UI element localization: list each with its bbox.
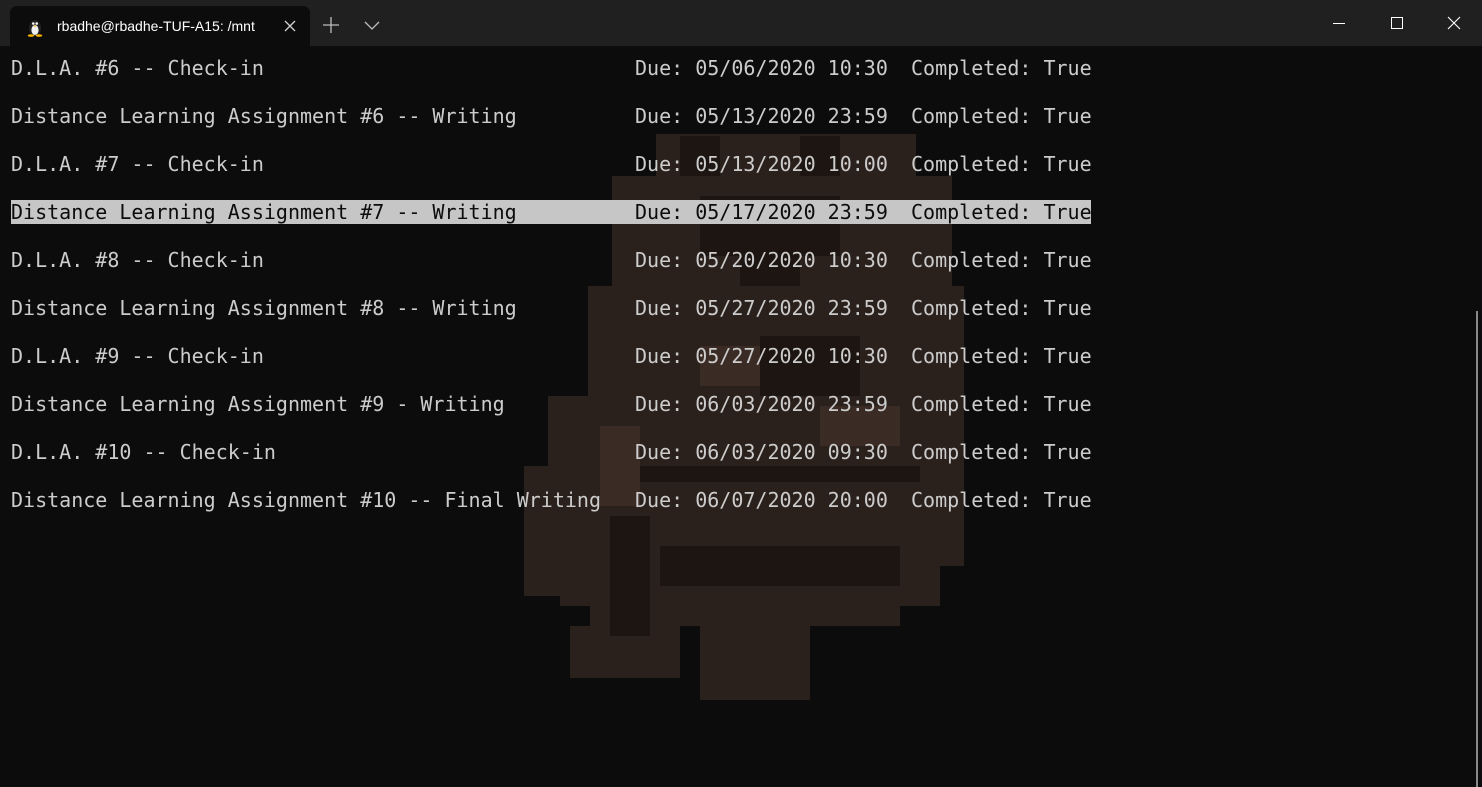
assignment-list: D.L.A. #6 -- Check-in Due: 05/06/2020 10… — [11, 56, 1092, 536]
vertical-scrollbar[interactable] — [1476, 311, 1478, 787]
minimize-icon — [1333, 23, 1345, 24]
assignment-name: Distance Learning Assignment #8 -- Writi… — [11, 296, 517, 320]
due-date: Due: 05/27/2020 10:30 — [635, 344, 888, 368]
output-line: Distance Learning Assignment #9 - Writin… — [11, 392, 1092, 416]
output-line: D.L.A. #10 -- Check-in Due: 06/03/2020 0… — [11, 440, 1092, 464]
assignment-name: Distance Learning Assignment #9 - Writin… — [11, 392, 505, 416]
due-date: Due: 06/03/2020 23:59 — [635, 392, 888, 416]
tab-title: rbadhe@rbadhe-TUF-A15: /mnt — [57, 18, 255, 34]
output-line: D.L.A. #6 -- Check-in Due: 05/06/2020 10… — [11, 56, 1092, 80]
new-tab-plus-icon[interactable] — [320, 14, 342, 36]
completed-status: Completed: True — [911, 56, 1092, 80]
output-line: Distance Learning Assignment #6 -- Writi… — [11, 104, 1092, 128]
output-line: D.L.A. #8 -- Check-in Due: 05/20/2020 10… — [11, 248, 1092, 272]
completed-status: Completed: True — [911, 200, 1092, 224]
terminal-tab[interactable]: rbadhe@rbadhe-TUF-A15: /mnt — [10, 6, 310, 46]
due-date: Due: 06/03/2020 09:30 — [635, 440, 888, 464]
assignment-name: D.L.A. #10 -- Check-in — [11, 440, 276, 464]
due-date: Due: 05/20/2020 10:30 — [635, 248, 888, 272]
completed-status: Completed: True — [911, 440, 1092, 464]
due-date: Due: 05/13/2020 10:00 — [635, 152, 888, 176]
completed-status: Completed: True — [911, 344, 1092, 368]
assignment-name: D.L.A. #6 -- Check-in — [11, 56, 264, 80]
terminal-output[interactable]: D.L.A. #6 -- Check-in Due: 05/06/2020 10… — [0, 46, 1482, 787]
due-date: Due: 06/07/2020 20:00 — [635, 488, 888, 512]
maximize-icon — [1391, 17, 1403, 29]
assignment-name: Distance Learning Assignment #6 -- Writi… — [11, 104, 517, 128]
assignment-name: D.L.A. #7 -- Check-in — [11, 152, 264, 176]
close-tab-icon[interactable] — [282, 18, 298, 34]
close-icon — [1447, 16, 1461, 30]
assignment-name: D.L.A. #8 -- Check-in — [11, 248, 264, 272]
assignment-name: Distance Learning Assignment #7 -- Writi… — [11, 200, 517, 224]
due-date: Due: 05/06/2020 10:30 — [635, 56, 888, 80]
output-line: Distance Learning Assignment #8 -- Writi… — [11, 296, 1092, 320]
output-line: Distance Learning Assignment #10 -- Fina… — [11, 488, 1092, 512]
completed-status: Completed: True — [911, 488, 1092, 512]
linux-penguin-icon — [26, 17, 44, 37]
assignment-name: Distance Learning Assignment #10 -- Fina… — [11, 488, 602, 512]
due-date: Due: 05/17/2020 23:59 — [635, 200, 888, 224]
maximize-button[interactable] — [1369, 0, 1426, 46]
assignment-name: D.L.A. #9 -- Check-in — [11, 344, 264, 368]
selected-output-line[interactable]: Distance Learning Assignment #7 -- Writi… — [11, 200, 1092, 224]
output-line: D.L.A. #7 -- Check-in Due: 05/13/2020 10… — [11, 152, 1092, 176]
due-date: Due: 05/13/2020 23:59 — [635, 104, 888, 128]
completed-status: Completed: True — [911, 392, 1092, 416]
minimize-button[interactable] — [1311, 0, 1368, 46]
completed-status: Completed: True — [911, 104, 1092, 128]
chevron-down-icon[interactable] — [362, 18, 382, 32]
due-date: Due: 05/27/2020 23:59 — [635, 296, 888, 320]
close-window-button[interactable] — [1426, 0, 1482, 46]
completed-status: Completed: True — [911, 296, 1092, 320]
completed-status: Completed: True — [911, 152, 1092, 176]
terminal-window: rbadhe@rbadhe-TUF-A15: /mnt D.L.A. #6 --… — [0, 0, 1482, 787]
completed-status: Completed: True — [911, 248, 1092, 272]
title-bar: rbadhe@rbadhe-TUF-A15: /mnt — [0, 0, 1482, 46]
output-line: D.L.A. #9 -- Check-in Due: 05/27/2020 10… — [11, 344, 1092, 368]
